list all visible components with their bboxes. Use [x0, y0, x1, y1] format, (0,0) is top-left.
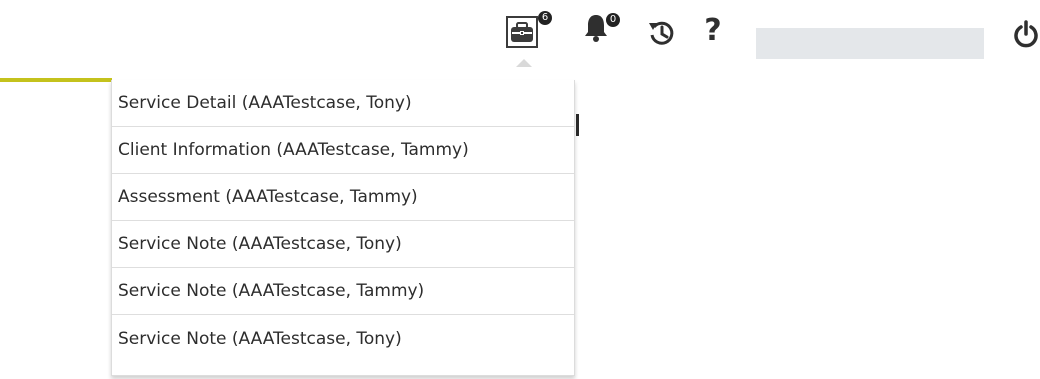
user-name-field[interactable]: [756, 28, 984, 59]
help-icon: ?: [704, 13, 722, 48]
active-tab-underline: [0, 78, 112, 82]
open-document-item[interactable]: Service Detail (AAATestcase, Tony): [112, 80, 574, 127]
open-document-item[interactable]: Assessment (AAATestcase, Tammy): [112, 174, 574, 221]
help-button[interactable]: ?: [698, 13, 728, 49]
open-document-item[interactable]: Service Note (AAATestcase, Tony): [112, 315, 574, 362]
page-scroll-indicator: [576, 114, 579, 136]
open-document-item[interactable]: Client Information (AAATestcase, Tammy): [112, 127, 574, 174]
open-document-item[interactable]: Service Note (AAATestcase, Tammy): [112, 268, 574, 315]
notifications-count-badge: 0: [606, 13, 620, 27]
open-documents-count-badge: 6: [538, 11, 552, 25]
open-document-item[interactable]: Service Note (AAATestcase, Tony): [112, 221, 574, 268]
history-button[interactable]: [647, 18, 681, 48]
history-icon: [649, 21, 674, 45]
notifications-button[interactable]: 0: [582, 12, 624, 46]
open-documents-dropdown: Service Detail (AAATestcase, Tony) Clien…: [111, 80, 575, 376]
power-icon: [1014, 20, 1038, 48]
open-documents-button[interactable]: 6: [502, 9, 552, 67]
dropdown-pointer: [516, 59, 532, 67]
briefcase-icon: [506, 16, 538, 48]
app-header-area: 6 0 ? Service Detail (AAATestcase, Tony)…: [0, 0, 1040, 379]
logout-button[interactable]: [1012, 19, 1040, 49]
